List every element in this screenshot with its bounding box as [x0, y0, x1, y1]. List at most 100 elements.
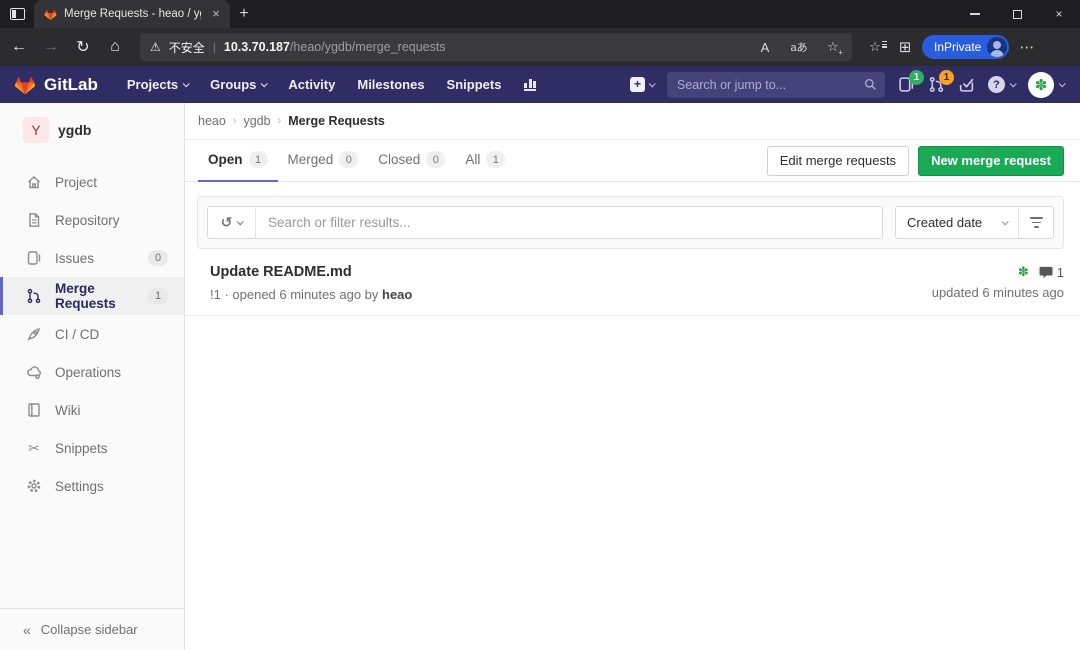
tab-label: Open: [208, 152, 243, 167]
breadcrumb: heao›ygdb›Merge Requests: [185, 103, 1080, 140]
mr-comments-link[interactable]: 1: [1039, 265, 1064, 280]
sidebar-item-badge: 0: [148, 250, 168, 266]
nav-item-projects[interactable]: Projects: [116, 66, 199, 103]
tab-count-badge: 1: [249, 151, 268, 168]
tab-actions-button[interactable]: [0, 0, 34, 28]
plus-icon: +: [630, 77, 645, 92]
issues-counter-button[interactable]: 1: [898, 76, 915, 93]
scissors-icon: ✂: [26, 440, 42, 457]
browser-menu-icon[interactable]: ⋯: [1013, 38, 1041, 56]
global-search-input[interactable]: Search or jump to...: [667, 72, 885, 98]
minimize-icon: [970, 13, 980, 14]
profile-avatar-icon: [987, 37, 1007, 57]
gitlab-favicon: [44, 8, 57, 21]
tab-close-button[interactable]: ×: [208, 6, 224, 22]
nav-item-activity[interactable]: Activity: [277, 66, 346, 103]
new-merge-request-button[interactable]: New merge request: [918, 146, 1064, 176]
nav-item-milestones[interactable]: Milestones: [346, 66, 435, 103]
merge-request-row[interactable]: Update README.md !1 · opened 6 minutes a…: [185, 251, 1080, 316]
mr-counter-button[interactable]: 1: [928, 76, 945, 93]
minimize-button[interactable]: [954, 0, 996, 28]
browser-titlebar: Merge Requests - heao / ygdb · GitLab × …: [0, 0, 1080, 28]
nav-item-groups[interactable]: Groups: [199, 66, 277, 103]
collections-icon[interactable]: ⊞: [892, 34, 918, 60]
mr-state-tabs: Open 1 Merged0Closed0All1: [198, 140, 515, 182]
close-window-button[interactable]: ×: [1038, 0, 1080, 28]
favorites-bar-icon[interactable]: ☆: [862, 34, 888, 60]
mr-tabs-row: Open 1 Merged0Closed0All1 Edit merge reque…: [185, 140, 1080, 182]
new-menu-button[interactable]: +: [630, 77, 654, 92]
tanuki-icon: [14, 74, 36, 96]
chevron-down-icon: [183, 80, 190, 87]
merge-request-list: Update README.md !1 · opened 6 minutes a…: [185, 251, 1080, 316]
sidebar-item-repository[interactable]: Repository: [0, 201, 184, 239]
sidebar-nav: ProjectRepositoryIssues0Merge Requests1 C…: [0, 155, 184, 608]
sort-dropdown[interactable]: Created date: [896, 207, 1018, 238]
user-menu-button[interactable]: ✽: [1028, 72, 1064, 98]
sidebar-item-settings[interactable]: Settings: [0, 467, 184, 505]
todos-button[interactable]: [958, 76, 975, 93]
sidebar-item-label: Wiki: [55, 403, 81, 418]
inprivate-badge[interactable]: InPrivate: [922, 35, 1009, 59]
sort-direction-button[interactable]: [1018, 207, 1053, 238]
refresh-button[interactable]: ↻: [68, 32, 98, 62]
sidebar-item-project[interactable]: Project: [0, 163, 184, 201]
sidebar-item-badge: 1: [148, 288, 168, 304]
sidebar-item-issues[interactable]: Issues0: [0, 239, 184, 277]
chevron-down-icon: [1059, 80, 1066, 87]
tab-all[interactable]: All1: [455, 140, 515, 182]
filter-search-input[interactable]: Search or filter results...: [256, 207, 882, 238]
mr-author-link[interactable]: heao: [382, 287, 412, 302]
new-tab-button[interactable]: +: [230, 0, 258, 28]
nav-item-snippets[interactable]: Snippets: [436, 66, 513, 103]
issues-icon: [26, 250, 42, 266]
project-header[interactable]: Y ygdb: [0, 103, 184, 155]
inprivate-label: InPrivate: [934, 40, 981, 54]
sidebar-item-ci-cd[interactable]: CI / CD: [0, 315, 184, 353]
browser-tab[interactable]: Merge Requests - heao / ygdb · GitLab ×: [34, 0, 230, 28]
back-button[interactable]: ←: [4, 32, 34, 62]
mr-title-link[interactable]: Update README.md: [210, 264, 412, 280]
mr-count-badge: 1: [939, 70, 954, 85]
chevron-down-icon: [1010, 80, 1017, 87]
sidebar-item-wiki[interactable]: Wiki: [0, 391, 184, 429]
admin-chart-icon[interactable]: [524, 78, 536, 91]
read-aloud-icon[interactable]: A: [752, 34, 778, 60]
comment-icon: [1039, 266, 1053, 279]
translate-icon[interactable]: aあ: [786, 34, 812, 60]
tab-open[interactable]: Open 1: [198, 140, 278, 182]
breadcrumb-item[interactable]: heao: [198, 114, 226, 128]
sidebar-item-merge-requests[interactable]: Merge Requests1: [0, 277, 184, 315]
add-favorite-icon[interactable]: ☆+: [820, 34, 846, 60]
maximize-button[interactable]: [996, 0, 1038, 28]
sidebar-item-label: Operations: [55, 365, 121, 380]
chevron-down-icon: [649, 80, 656, 87]
chevron-down-icon: [261, 80, 268, 87]
sidebar-item-snippets[interactable]: ✂Snippets: [0, 429, 184, 467]
collapse-label: Collapse sidebar: [41, 622, 138, 637]
edit-merge-requests-button[interactable]: Edit merge requests: [767, 146, 909, 176]
rocket-icon: [26, 326, 42, 342]
assignee-avatar-icon[interactable]: ✽: [1018, 264, 1029, 280]
tab-closed[interactable]: Closed0: [368, 140, 455, 182]
help-icon: ?: [988, 76, 1005, 93]
sidebar-item-label: CI / CD: [55, 327, 99, 342]
url-separator: |: [213, 40, 216, 54]
mr-indicators: ✽ 1: [1018, 264, 1064, 280]
security-label[interactable]: 不安全: [169, 39, 205, 56]
breadcrumb-item[interactable]: ygdb: [243, 114, 270, 128]
gitlab-logo[interactable]: GitLab: [14, 74, 98, 96]
nav-item-label: Activity: [288, 77, 335, 92]
chevron-down-icon: [1002, 218, 1009, 225]
collapse-sidebar-button[interactable]: « Collapse sidebar: [0, 608, 184, 650]
nav-item-label: Snippets: [447, 77, 502, 92]
breadcrumb-separator: ›: [233, 115, 237, 127]
mr-meta-text: !1 · opened 6 minutes ago by: [210, 287, 378, 302]
tab-merged[interactable]: Merged0: [278, 140, 369, 182]
sidebar-item-operations[interactable]: Operations: [0, 353, 184, 391]
address-bar[interactable]: ⚠ 不安全 | 10.3.70.187/heao/ygdb/merge_requ…: [140, 33, 852, 61]
help-menu-button[interactable]: ?: [988, 76, 1015, 93]
comment-count: 1: [1057, 265, 1064, 280]
home-button[interactable]: ⌂: [100, 32, 130, 62]
recent-searches-button[interactable]: ↺: [208, 207, 256, 238]
